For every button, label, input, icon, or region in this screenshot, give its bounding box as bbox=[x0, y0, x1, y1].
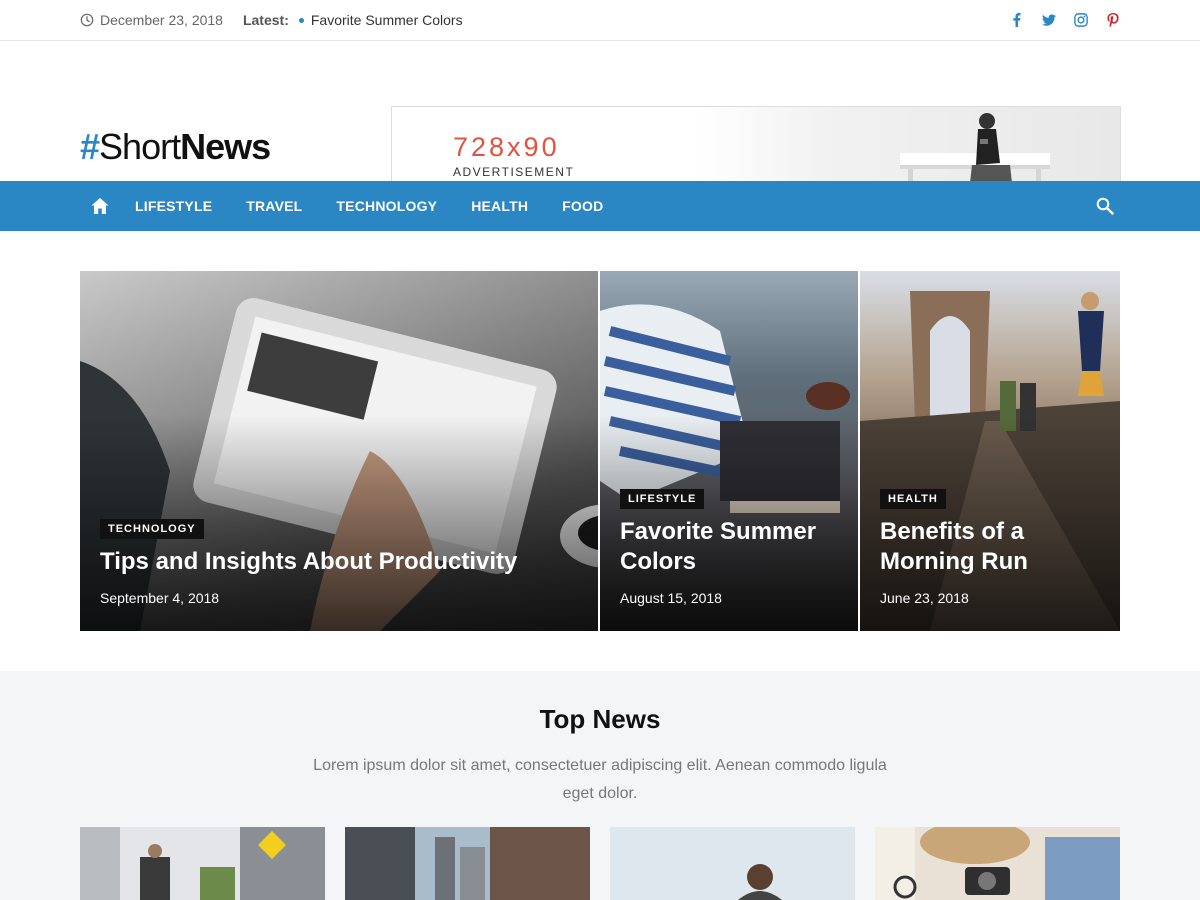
post-title[interactable]: Favorite Summer Colors bbox=[620, 517, 838, 577]
featured-post-card[interactable]: TECHNOLOGY Tips and Insights About Produ… bbox=[80, 271, 598, 631]
nav-item-lifestyle[interactable]: LIFESTYLE bbox=[135, 198, 212, 214]
post-title[interactable]: Benefits of a Morning Run bbox=[880, 517, 1100, 577]
ad-label-text: ADVERTISEMENT bbox=[453, 165, 575, 179]
logo-hash: # bbox=[80, 126, 100, 167]
featured-post-card[interactable]: HEALTH Benefits of a Morning Run June 23… bbox=[860, 271, 1120, 631]
city-photo-image bbox=[345, 827, 590, 900]
pinterest-icon[interactable] bbox=[1106, 13, 1120, 27]
main-nav: LIFESTYLE TRAVEL TECHNOLOGY HEALTH FOOD bbox=[0, 181, 1200, 231]
featured-post-card[interactable]: LIFESTYLE Favorite Summer Colors August … bbox=[600, 271, 858, 631]
person-photo-image bbox=[610, 827, 855, 900]
street-photo-image bbox=[80, 827, 325, 900]
social-links bbox=[1010, 13, 1120, 27]
logo-bold-text: News bbox=[180, 126, 271, 167]
news-thumbnail[interactable] bbox=[345, 827, 590, 900]
post-date: June 23, 2018 bbox=[880, 590, 969, 606]
logo-light-text: Short bbox=[99, 126, 181, 167]
ad-size-text: 728x90 bbox=[453, 132, 560, 162]
latest-news-link[interactable]: Favorite Summer Colors bbox=[311, 12, 463, 28]
nav-item-travel[interactable]: TRAVEL bbox=[246, 198, 302, 214]
post-title[interactable]: Tips and Insights About Productivity bbox=[100, 547, 578, 577]
category-badge[interactable]: TECHNOLOGY bbox=[100, 519, 204, 539]
nav-item-health[interactable]: HEALTH bbox=[471, 198, 528, 214]
news-thumbnail[interactable] bbox=[80, 827, 325, 900]
top-news-list bbox=[80, 827, 1120, 900]
twitter-icon[interactable] bbox=[1042, 13, 1056, 27]
site-header: #ShortNews 728x90 ADVERTISEMENT bbox=[0, 41, 1200, 198]
bullet-icon bbox=[298, 17, 304, 23]
featured-posts: TECHNOLOGY Tips and Insights About Produ… bbox=[80, 271, 1120, 631]
top-news-section: Top News Lorem ipsum dolor sit amet, con… bbox=[0, 671, 1200, 900]
section-description: Lorem ipsum dolor sit amet, consectetuer… bbox=[313, 757, 887, 802]
search-icon[interactable] bbox=[1096, 197, 1114, 215]
post-date: August 15, 2018 bbox=[620, 590, 722, 606]
nav-item-food[interactable]: FOOD bbox=[562, 198, 603, 214]
clock-icon bbox=[80, 13, 94, 27]
category-badge[interactable]: LIFESTYLE bbox=[620, 489, 705, 509]
instagram-icon[interactable] bbox=[1074, 13, 1088, 27]
home-icon[interactable] bbox=[90, 196, 110, 216]
category-badge[interactable]: HEALTH bbox=[880, 489, 946, 509]
current-date: December 23, 2018 bbox=[80, 12, 223, 28]
section-title: Top News bbox=[539, 704, 661, 734]
news-thumbnail[interactable] bbox=[610, 827, 855, 900]
nav-item-technology[interactable]: TECHNOLOGY bbox=[336, 198, 437, 214]
news-thumbnail[interactable] bbox=[875, 827, 1120, 900]
site-logo[interactable]: #ShortNews bbox=[80, 126, 271, 167]
latest-label: Latest: bbox=[242, 12, 289, 28]
facebook-icon[interactable] bbox=[1010, 13, 1024, 27]
date-text: December 23, 2018 bbox=[100, 12, 223, 28]
top-bar: December 23, 2018 Latest: Favorite Summe… bbox=[0, 0, 1200, 41]
flatlay-photo-image bbox=[875, 827, 1120, 900]
post-date: September 4, 2018 bbox=[100, 590, 220, 606]
